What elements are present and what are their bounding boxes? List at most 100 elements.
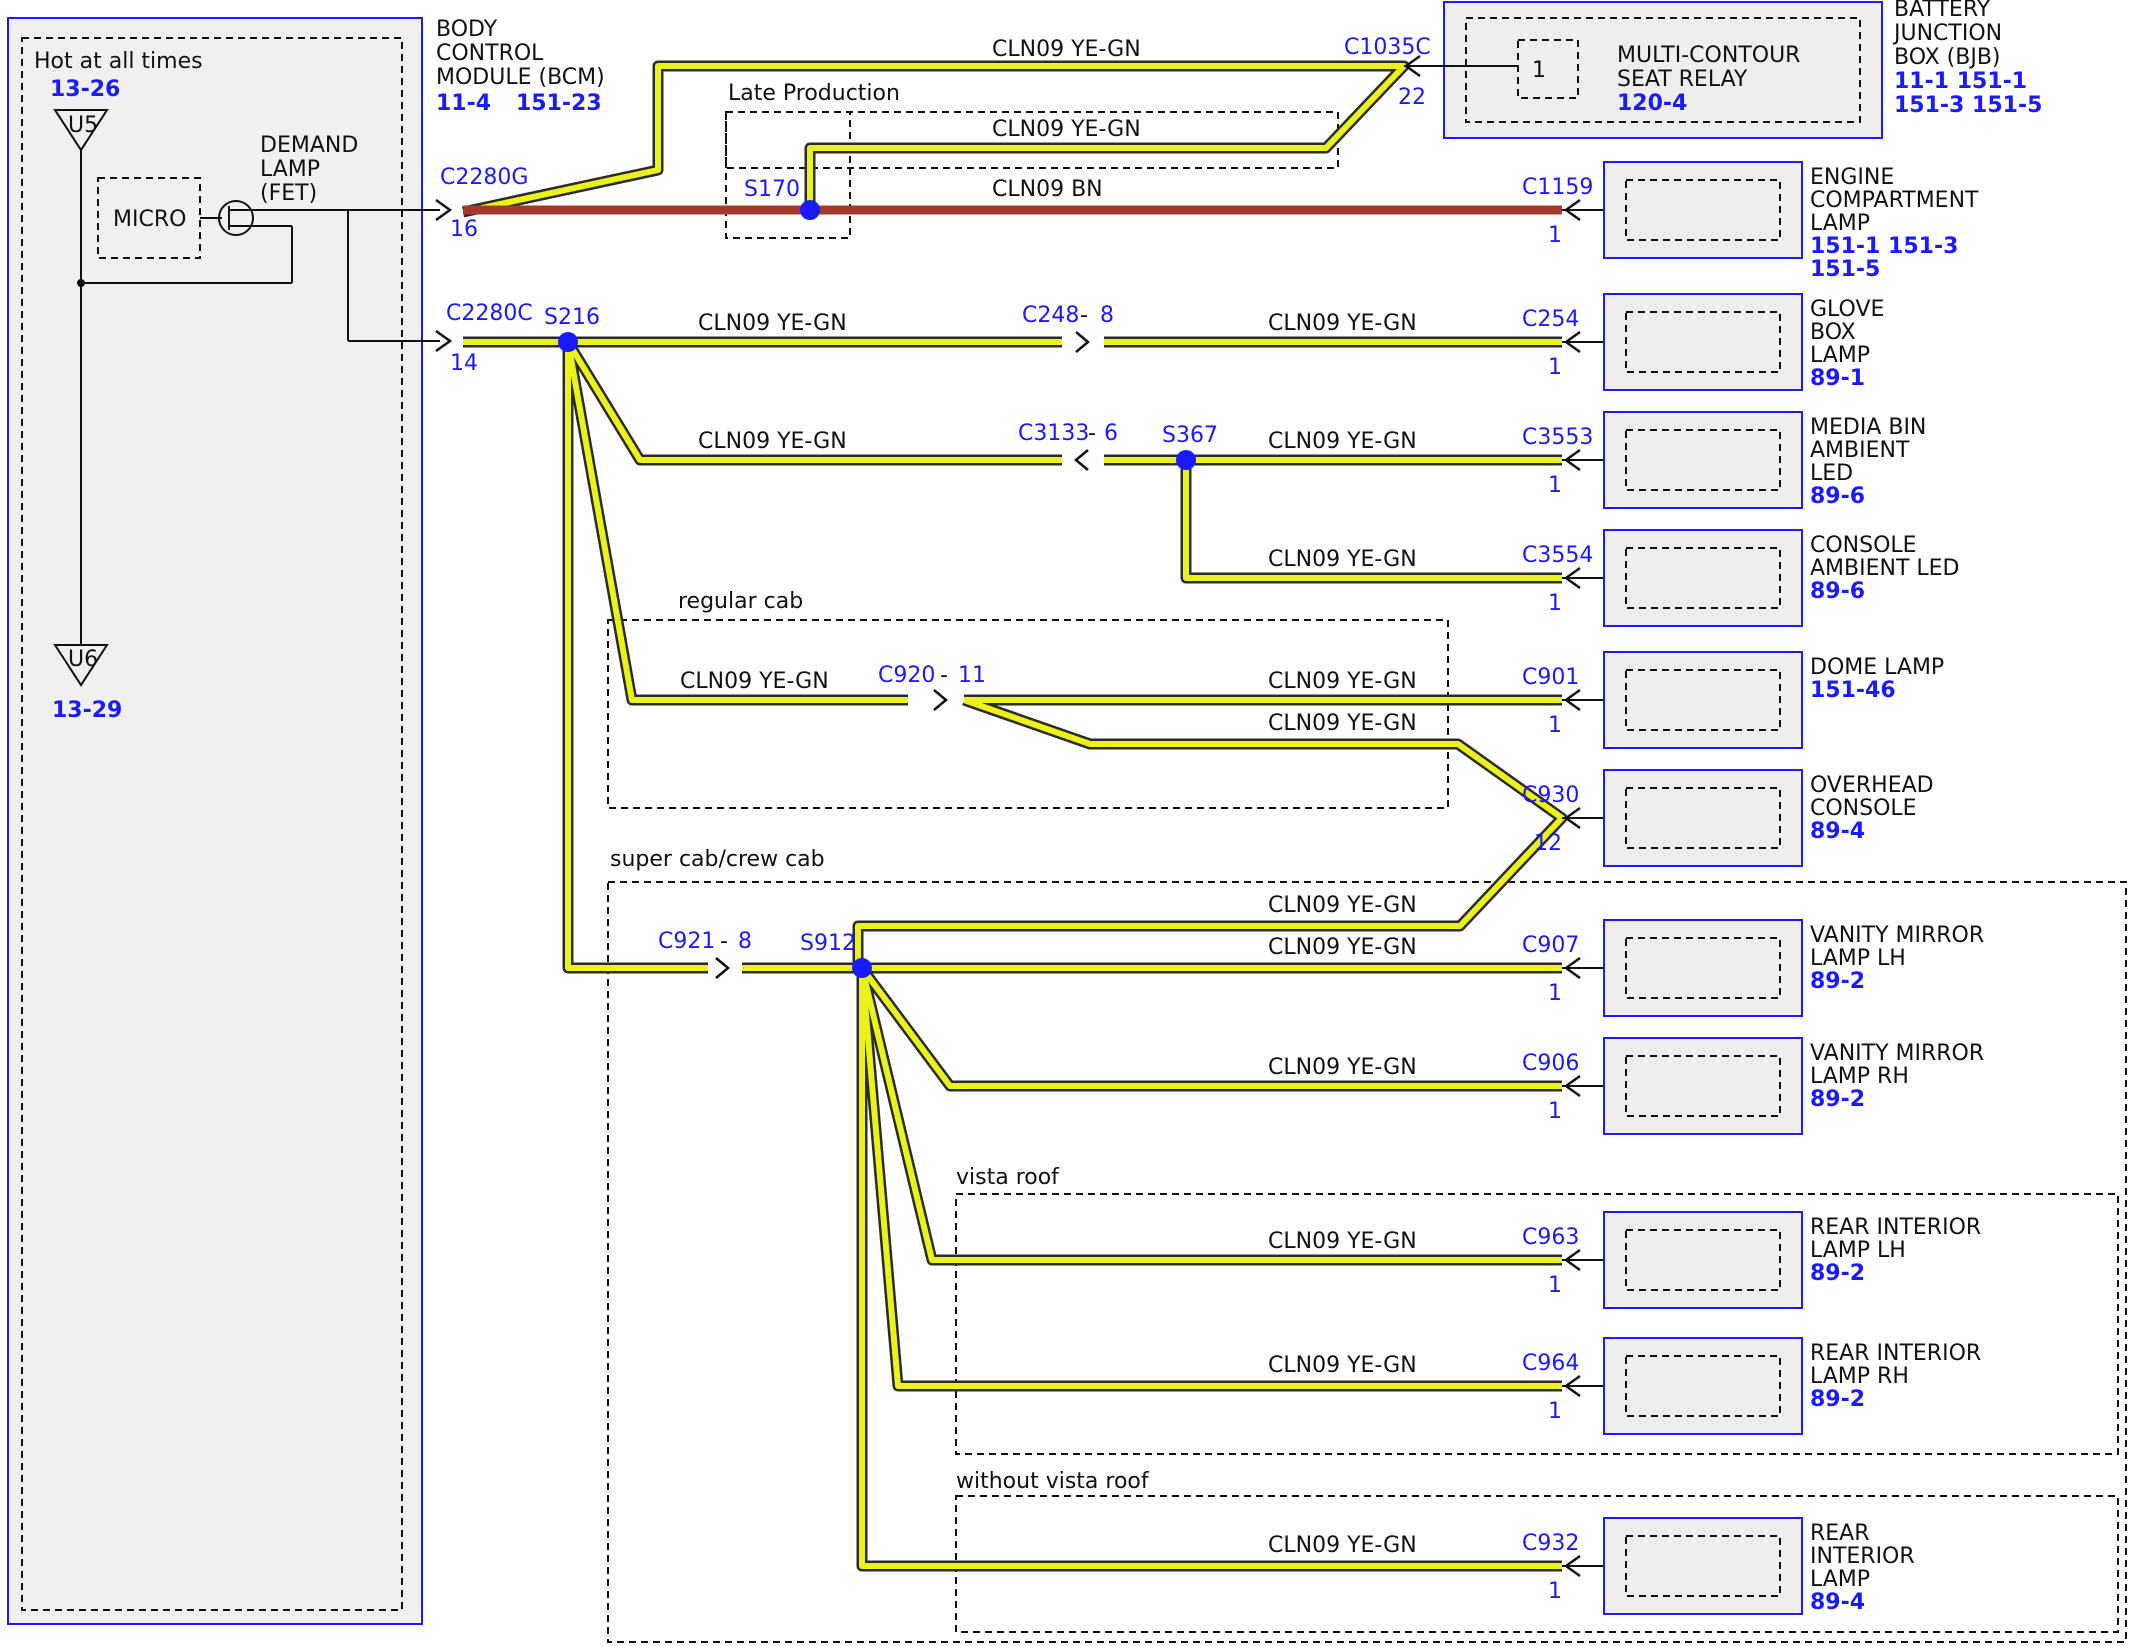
device-list: C11591ENGINECOMPARTMENTLAMP151-1 151-315… (1522, 161, 1984, 1615)
device-rear-int-box (1603, 1517, 1803, 1615)
device-rear-rh-pin: 1 (1548, 1399, 1562, 1424)
splice-s912-label: S912 (800, 931, 856, 956)
device-vanity-lh-box (1603, 919, 1803, 1017)
connector-chevrons (435, 54, 1581, 1578)
svg-text:-: - (940, 663, 948, 688)
device-glove-ref-0: 89-1 (1810, 366, 1865, 391)
without-vista-roof-label: without vista roof (956, 1469, 1150, 1494)
relay-label-1: MULTI-CONTOUR (1617, 43, 1800, 68)
device-console-ref-0: 89-6 (1810, 579, 1865, 604)
device-media-name-1: AMBIENT (1810, 438, 1910, 463)
svg-text:-: - (1088, 421, 1096, 446)
wire-label-rear-lh: CLN09 YE-GN (1268, 1229, 1417, 1254)
u5-ref: 13-26 (50, 77, 120, 102)
wire-label-glove-left: CLN09 YE-GN (698, 311, 847, 336)
svg-text:-: - (720, 929, 728, 954)
device-media-name-2: LED (1810, 461, 1853, 486)
battery-junction-box: 1 MULTI-CONTOUR SEAT RELAY 120-4 BATTERY… (1443, 0, 2042, 139)
device-engine-name-0: ENGINE (1810, 165, 1894, 190)
c921-label: C921 (658, 929, 715, 954)
c2280c-pin: 14 (450, 351, 478, 376)
device-vanity-rh-ref-0: 89-2 (1810, 1087, 1865, 1112)
splice-s216-label: S216 (544, 305, 600, 330)
device-dome-name-0: DOME LAMP (1810, 655, 1944, 680)
device-vanity-rh-pin: 1 (1548, 1099, 1562, 1124)
device-vanity-rh-box (1603, 1037, 1803, 1135)
wire-label-rear-int: CLN09 YE-GN (1268, 1533, 1417, 1558)
wire-label-late-prod: CLN09 YE-GN (992, 117, 1141, 142)
device-vanity-lh-connector: C907 (1522, 933, 1579, 958)
device-engine-ref-0: 151-1 151-3 (1810, 234, 1958, 259)
bcm-ref-b: 151-23 (516, 91, 602, 116)
device-media-name-0: MEDIA BIN (1810, 415, 1926, 440)
relay-label-2: SEAT RELAY (1617, 67, 1748, 92)
device-glove-name-0: GLOVE (1810, 297, 1884, 322)
device-vanity-lh-name-1: LAMP LH (1810, 946, 1906, 971)
demand-lamp-label-3: (FET) (260, 181, 317, 206)
device-engine-pin: 1 (1548, 223, 1562, 248)
device-engine-box (1603, 161, 1803, 259)
device-overhead-name-1: CONSOLE (1810, 796, 1917, 821)
c3133-pin: 6 (1104, 421, 1118, 446)
demand-lamp-label-1: DEMAND (260, 133, 358, 158)
bjb-ref-1: 11-1 151-1 (1894, 69, 2027, 94)
c2280g-label: C2280G (440, 165, 528, 190)
device-vanity-lh-pin: 1 (1548, 981, 1562, 1006)
wire-label-media-left: CLN09 YE-GN (698, 429, 847, 454)
device-rear-int-name-0: REAR (1810, 1521, 1870, 1546)
device-rear-rh-ref-0: 89-2 (1810, 1387, 1865, 1412)
wire-labels: CLN09 YE-GN CLN09 YE-GN CLN09 BN CLN09 Y… (680, 37, 1417, 1558)
super-crew-cab-label: super cab/crew cab (610, 847, 825, 872)
device-glove-connector: C254 (1522, 307, 1579, 332)
wire-label-brown: CLN09 BN (992, 177, 1103, 202)
device-overhead-connector: C930 (1522, 783, 1579, 808)
splice-s367-label: S367 (1162, 423, 1218, 448)
device-console-pin: 1 (1548, 591, 1562, 616)
device-glove-name-2: LAMP (1810, 343, 1870, 368)
relay-pin: 1 (1532, 58, 1546, 83)
c2280g-pin: 16 (450, 217, 478, 242)
device-dome-box (1603, 651, 1803, 749)
c1035c-pin: 22 (1398, 85, 1426, 110)
device-overhead-ref-0: 89-4 (1810, 819, 1865, 844)
bcm-ref-a: 11-4 (436, 91, 491, 116)
splice-s912-dot (852, 958, 872, 978)
splice-s216-dot (558, 332, 578, 352)
device-rear-lh-box (1603, 1211, 1803, 1309)
device-console-box (1603, 529, 1803, 627)
connector-labels: C2280G 16 C2280C 14 C1035C 22 C248 - 8 C… (440, 35, 1431, 954)
device-engine-name-1: COMPARTMENT (1810, 188, 1979, 213)
device-rear-lh-ref-0: 89-2 (1810, 1261, 1865, 1286)
device-rear-int-pin: 1 (1548, 1579, 1562, 1604)
late-production-label: Late Production (728, 81, 900, 106)
wire-label-overhead-regular: CLN09 YE-GN (1268, 711, 1417, 736)
device-rear-lh-connector: C963 (1522, 1225, 1579, 1250)
device-rear-rh-connector: C964 (1522, 1351, 1579, 1376)
wiring-diagram: Hot at all times 13-26 U5 U6 13-29 MICRO… (7, 0, 2127, 1643)
vista-roof-label: vista roof (956, 1165, 1060, 1190)
u5-label: U5 (68, 113, 98, 138)
bcm-title-3: MODULE (BCM) (436, 65, 605, 90)
device-media-connector: C3553 (1522, 425, 1593, 450)
u6-ref: 13-29 (52, 698, 122, 723)
svg-text:-: - (1080, 303, 1088, 328)
device-overhead-pin: 12 (1534, 831, 1562, 856)
u6-label: U6 (68, 647, 98, 672)
device-vanity-rh-name-1: LAMP RH (1810, 1064, 1909, 1089)
device-vanity-rh-connector: C906 (1522, 1051, 1579, 1076)
device-glove-name-1: BOX (1810, 320, 1856, 345)
wires (461, 60, 1604, 1572)
device-rear-lh-pin: 1 (1548, 1273, 1562, 1298)
device-dome-connector: C901 (1522, 665, 1579, 690)
c248-label: C248 (1022, 303, 1079, 328)
wire-label-regular-left: CLN09 YE-GN (680, 669, 829, 694)
device-media-ref-0: 89-6 (1810, 484, 1865, 509)
wire-label-glove-right: CLN09 YE-GN (1268, 311, 1417, 336)
device-console-name-0: CONSOLE (1810, 533, 1917, 558)
splice-s367-dot (1176, 450, 1196, 470)
device-dome-pin: 1 (1548, 713, 1562, 738)
hot-at-all-times-label: Hot at all times (34, 49, 203, 74)
device-rear-int-name-1: INTERIOR (1810, 1544, 1915, 1569)
device-engine-connector: C1159 (1522, 175, 1593, 200)
c248-pin: 8 (1100, 303, 1114, 328)
